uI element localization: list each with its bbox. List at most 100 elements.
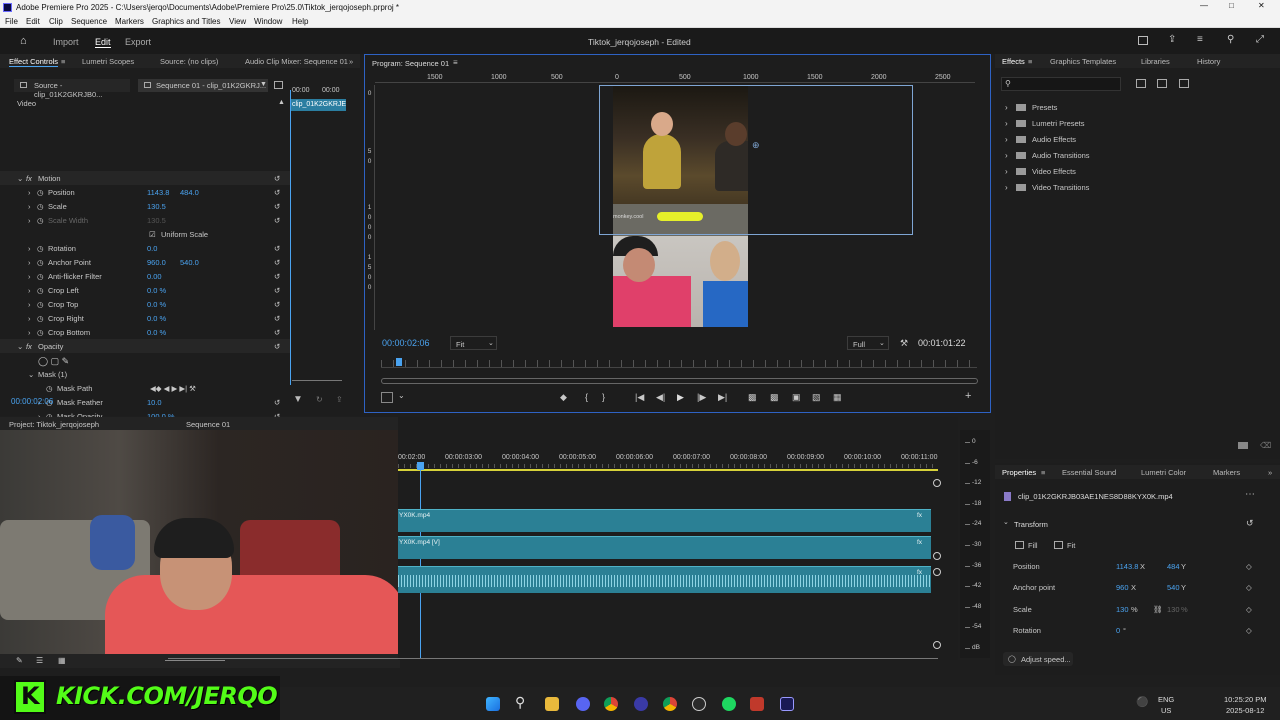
tab-essential-sound[interactable]: Essential Sound (1062, 468, 1116, 477)
effect-row[interactable]: ⌄ fx Motion ↺ (0, 171, 290, 185)
add-button-icon[interactable]: + (965, 390, 971, 402)
home-icon[interactable]: ⌂ (20, 35, 27, 47)
tab-program[interactable]: Program: Sequence 01 (372, 59, 449, 68)
tab-graphics-templates[interactable]: Graphics Templates (1050, 57, 1116, 66)
video-clip[interactable]: YX0K.mp4 fx (398, 509, 931, 532)
stopwatch-icon[interactable]: ◷ (37, 286, 44, 295)
adjust-speed-button[interactable]: ◯ Adjust speed... (1003, 652, 1073, 666)
keyframe-icon[interactable]: ◇ (1246, 605, 1252, 614)
keyframe-icon[interactable]: ◇ (1246, 562, 1252, 571)
overwrite-icon[interactable]: ▩ (770, 392, 779, 403)
effect-row[interactable]: › ◷ Crop Right 0.0 % ↺ (0, 311, 290, 325)
scroll-handle[interactable] (933, 552, 941, 560)
export-icon[interactable]: ↻ (316, 395, 323, 404)
effect-row[interactable]: ◷ Mask Path ◀◆ ◀ ▶ ▶| ⚒ (0, 381, 290, 395)
video-clip[interactable]: YX0K.mp4 [V] fx (398, 536, 931, 559)
mark-out-icon[interactable]: } (602, 392, 605, 402)
chevron-icon[interactable]: ⌄ (17, 342, 23, 351)
checkbox-icon[interactable]: ☑ (149, 230, 156, 239)
fit-label[interactable]: Fit (1067, 541, 1075, 550)
transform-bounding-box[interactable] (599, 85, 913, 235)
clock-time[interactable]: 10:25:20 PM (1224, 695, 1267, 704)
effect-value[interactable]: 130.5 (147, 202, 166, 211)
camera-icon[interactable]: ▣ (792, 392, 801, 403)
browser-icon[interactable] (634, 697, 648, 711)
keyframe-icon[interactable]: ◇ (1246, 583, 1252, 592)
new-bin-icon[interactable] (1179, 79, 1189, 88)
menu-graphics[interactable]: Graphics and Titles (152, 17, 220, 26)
effect-value[interactable]: 0.0 % (147, 300, 166, 309)
hamburger-icon[interactable]: ≡ (61, 57, 65, 66)
reset-icon[interactable]: ↺ (274, 272, 280, 281)
menu-sequence[interactable]: Sequence (71, 17, 107, 26)
reset-icon[interactable]: ↺ (274, 300, 280, 309)
effect-row[interactable]: › ◷ Anti-flicker Filter 0.00 ↺ (0, 269, 290, 283)
microphone-icon[interactable]: ⚫ (1136, 697, 1148, 708)
multicam-icon[interactable]: ▦ (833, 392, 842, 403)
discord-icon[interactable] (576, 697, 590, 711)
mini-clip-bar[interactable]: clip_01K2GKRJE (290, 99, 346, 111)
chevron-icon[interactable]: › (28, 244, 31, 253)
chevron-icon[interactable]: › (28, 258, 31, 267)
keyframe-icon[interactable]: ◇ (1246, 626, 1252, 635)
reset-icon[interactable]: ↺ (274, 202, 280, 211)
tab-effect-controls[interactable]: Effect Controls (9, 57, 59, 67)
chevron-icon[interactable]: ⌄ (28, 370, 34, 379)
reset-icon[interactable]: ↺ (274, 174, 280, 183)
icon-view-icon[interactable]: ▦ (58, 656, 66, 665)
tab-import[interactable]: Import (53, 37, 79, 47)
hamburger-icon[interactable]: ≡ (453, 58, 458, 67)
compare-icon[interactable]: ▧ (812, 392, 821, 403)
minimize-icon[interactable]: — (1200, 1, 1208, 10)
tab-effects[interactable]: Effects (1002, 57, 1025, 66)
pencil-icon[interactable]: ✎ (16, 656, 23, 665)
fill-label[interactable]: Fill (1028, 541, 1038, 550)
stopwatch-icon[interactable]: ◷ (37, 328, 44, 337)
stopwatch-icon[interactable]: ◷ (37, 258, 44, 267)
maximize-icon[interactable]: □ (1229, 1, 1234, 10)
stopwatch-icon[interactable]: ◷ (46, 384, 53, 393)
open-icon[interactable]: ⇪ (336, 395, 343, 404)
tab-export[interactable]: Export (125, 37, 151, 47)
menu-file[interactable]: File (5, 17, 18, 26)
fullscreen-icon[interactable]: ⤢ (1256, 34, 1264, 45)
fx-icon[interactable]: fx (26, 174, 32, 183)
effect-value[interactable]: 0.0 % (147, 328, 166, 337)
trash-icon[interactable]: ⌫ (1260, 441, 1271, 450)
fit-dropdown[interactable]: Fit ⌄ (450, 336, 497, 350)
reset-icon[interactable]: ↺ (274, 216, 280, 225)
new-bin-icon[interactable] (1136, 79, 1146, 88)
link-icon[interactable]: ⛓ (1153, 605, 1163, 614)
app-icon[interactable] (750, 697, 764, 711)
step-back-icon[interactable]: ◀| (656, 392, 665, 403)
reset-icon[interactable]: ↺ (274, 258, 280, 267)
reset-icon[interactable]: ↺ (1246, 518, 1254, 529)
zoom-scrollbar[interactable] (381, 378, 978, 384)
tab-properties[interactable]: Properties (1002, 468, 1036, 477)
timeline-playhead[interactable] (420, 462, 421, 658)
effect-row[interactable]: › ◷ Crop Left 0.0 % ↺ (0, 283, 290, 297)
audio-clip[interactable]: fx (398, 566, 931, 593)
file-explorer-icon[interactable] (545, 697, 559, 711)
chevron-icon[interactable]: › (28, 328, 31, 337)
more-options-icon[interactable]: ⋯ (1245, 489, 1255, 500)
effects-search-input[interactable]: ⚲ (1001, 77, 1121, 91)
property-value[interactable]: 1143.8 (1116, 562, 1138, 571)
menu-window[interactable]: Window (254, 17, 282, 26)
chrome-icon[interactable] (604, 697, 618, 711)
fit-icon[interactable] (1054, 541, 1063, 549)
anchor-crosshair-icon[interactable]: ⊕ (752, 140, 760, 151)
toggle-timeline-icon[interactable] (274, 81, 283, 89)
resolution-dropdown[interactable]: Full ⌄ (847, 336, 889, 350)
stopwatch-icon[interactable]: ◷ (37, 202, 44, 211)
chrome-profile-icon[interactable] (663, 697, 677, 711)
effect-row[interactable]: ⌄ fx Opacity ↺ (0, 339, 290, 353)
effect-row[interactable]: › ◷ Scale Width 130.5 ↺ (0, 213, 290, 227)
menu-markers[interactable]: Markers (115, 17, 144, 26)
playhead-handle[interactable] (417, 462, 424, 470)
chevron-down-icon[interactable]: ⌄ (398, 391, 405, 400)
tab-project[interactable]: Project: Tiktok_jerqojoseph (9, 420, 99, 429)
tab-edit[interactable]: Edit (95, 37, 111, 48)
playhead-marker[interactable] (396, 358, 402, 366)
search-icon[interactable]: ⚲ (1227, 34, 1234, 45)
